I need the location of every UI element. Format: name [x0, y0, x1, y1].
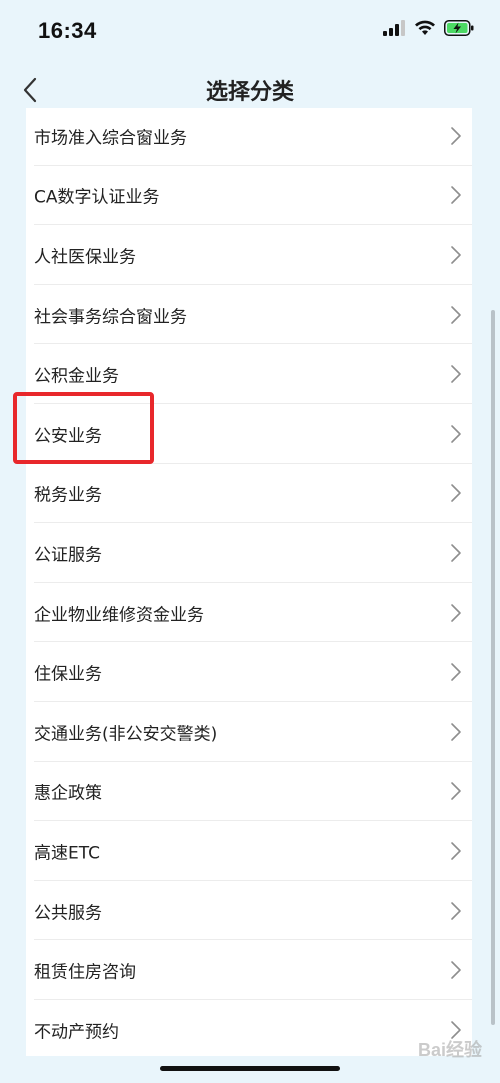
list-item[interactable]: 市场准入综合窗业务	[26, 108, 472, 166]
list-item[interactable]: 人社医保业务	[26, 225, 472, 285]
list-item[interactable]: 企业物业维修资金业务	[26, 583, 472, 643]
list-item[interactable]: 交通业务(非公安交警类)	[26, 702, 472, 762]
chevron-right-icon	[451, 603, 461, 622]
scrollbar[interactable]	[491, 310, 495, 1025]
page-title: 选择分类	[205, 80, 294, 105]
list-item-label: 租赁住房咨询	[34, 962, 136, 983]
list-item[interactable]: 公共服务	[26, 881, 472, 941]
home-indicator	[160, 1066, 340, 1071]
list-item-label: 住保业务	[34, 664, 102, 685]
battery-charging-icon	[444, 20, 474, 36]
chevron-right-icon	[451, 544, 461, 562]
list-item[interactable]: 不动产预约	[26, 1000, 472, 1056]
chevron-right-icon	[451, 961, 461, 979]
cellular-signal-icon	[383, 20, 405, 36]
chevron-right-icon	[451, 842, 461, 860]
chevron-right-icon	[451, 722, 461, 741]
list-item-label: 高速ETC	[34, 843, 100, 864]
list-item[interactable]: 税务业务	[26, 464, 472, 524]
chevron-right-icon	[451, 424, 461, 443]
chevron-right-icon	[451, 246, 461, 264]
list-item-label: 人社医保业务	[34, 247, 136, 268]
list-item[interactable]: 租赁住房咨询	[26, 940, 472, 1000]
list-item-label: 市场准入综合窗业务	[34, 128, 187, 149]
wifi-icon	[415, 20, 435, 35]
list-item[interactable]: CA数字认证业务	[26, 166, 472, 226]
chevron-right-icon	[451, 186, 461, 205]
list-item-label: 公积金业务	[34, 366, 119, 387]
list-item-label: 公共服务	[34, 903, 102, 924]
chevron-right-icon	[451, 305, 461, 324]
highlight-annotation	[13, 392, 154, 464]
chevron-right-icon	[451, 365, 461, 383]
category-list: 市场准入综合窗业务 CA数字认证业务 人社医保业务 社会事务综合窗业务 公积金业务 公安业…	[26, 108, 472, 1056]
list-item-label: 公证服务	[34, 545, 102, 566]
chevron-right-icon	[451, 901, 461, 920]
list-item-label: CA数字认证业务	[34, 187, 160, 208]
list-item-label: 社会事务综合窗业务	[34, 307, 187, 328]
status-bar: 16:34	[0, 0, 500, 62]
list-item-label: 不动产预约	[34, 1022, 119, 1043]
list-item[interactable]: 公证服务	[26, 523, 472, 583]
chevron-right-icon	[451, 663, 461, 681]
status-icons	[382, 20, 474, 36]
status-time: 16:34	[38, 18, 97, 43]
chevron-right-icon	[451, 782, 461, 801]
chevron-right-icon	[451, 484, 461, 503]
list-item-label: 税务业务	[34, 485, 102, 506]
list-item[interactable]: 惠企政策	[26, 762, 472, 822]
list-item[interactable]: 住保业务	[26, 642, 472, 702]
watermark: Bai经验	[417, 1040, 482, 1060]
list-item[interactable]: 社会事务综合窗业务	[26, 285, 472, 345]
list-item-label: 交通业务(非公安交警类)	[34, 724, 218, 745]
list-item[interactable]: 高速ETC	[26, 821, 472, 881]
list-item-label: 企业物业维修资金业务	[34, 605, 204, 626]
list-item-label: 惠企政策	[34, 783, 102, 804]
chevron-right-icon	[451, 126, 461, 145]
